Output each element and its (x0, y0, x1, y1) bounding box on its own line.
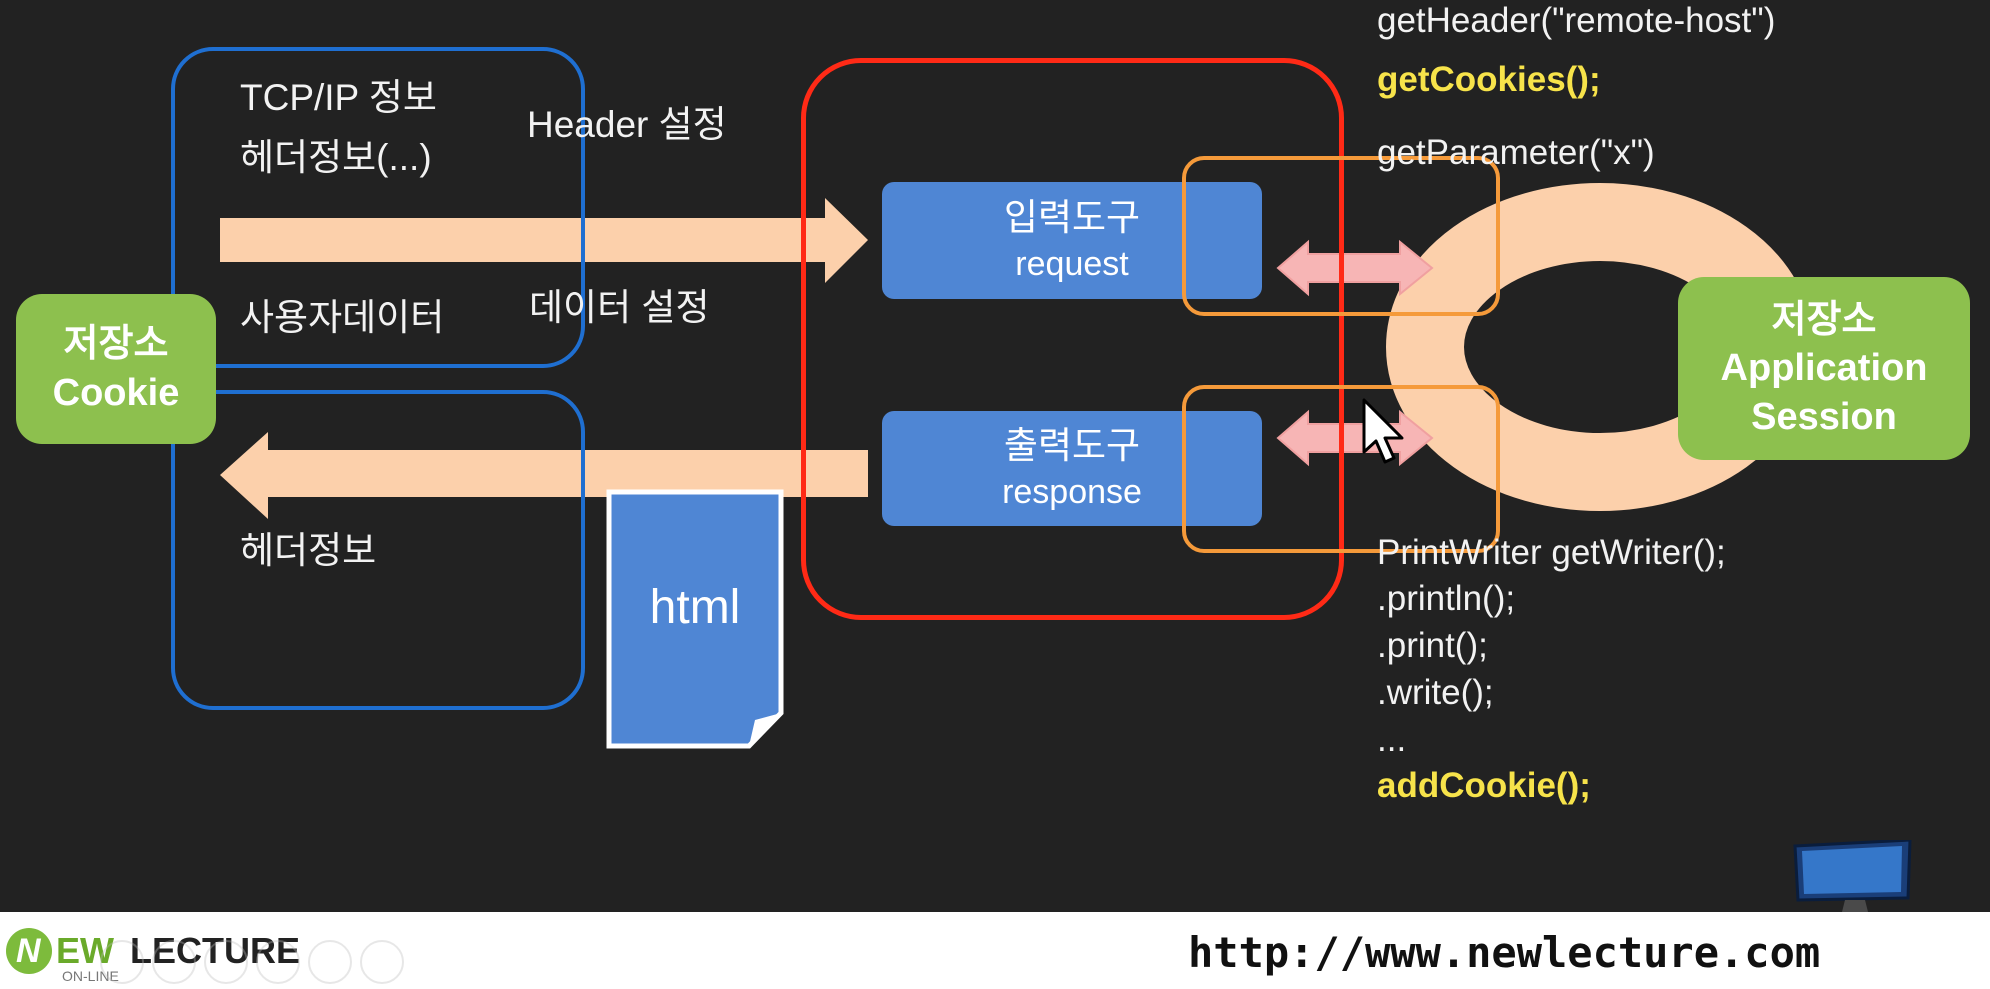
header-setting-label: Header 설정 (527, 104, 727, 145)
response-orange-frame (1182, 385, 1500, 553)
control-button-5[interactable] (308, 940, 352, 984)
lower-header-info-label: 헤더정보 (240, 530, 377, 571)
request-orange-frame (1182, 156, 1500, 316)
data-setting-label: 데이터 설정 (529, 287, 710, 328)
mouse-cursor-icon (1362, 398, 1404, 464)
output-tool-name: response (1002, 473, 1142, 512)
footer-bar: N EW LECTURE ON-LINE http://www.newlectu… (0, 912, 1990, 989)
input-tool-name: request (1015, 245, 1129, 284)
control-button-4[interactable] (256, 940, 300, 984)
print-method: .print(); (1377, 626, 1488, 665)
cookie-storage: 저장소 Cookie (16, 294, 216, 444)
upper-header-info-label: 헤더정보(...) (240, 137, 432, 178)
input-tool-title: 입력도구 (1003, 197, 1141, 239)
ellipsis-text: ... (1377, 720, 1407, 759)
output-tool-title: 출력도구 (1003, 425, 1141, 467)
session-storage-title: 저장소 (1771, 298, 1877, 341)
tcp-info-label: TCP/IP 정보 (240, 77, 437, 118)
logo-n-letter: N (16, 932, 41, 970)
session-storage-line2: Application (1720, 347, 1928, 390)
control-button-3[interactable] (204, 940, 248, 984)
lower-blue-panel (171, 390, 585, 710)
player-controls[interactable] (100, 940, 410, 984)
get-writer-method: PrintWriter getWriter(); (1377, 533, 1726, 572)
get-cookies-method: getCookies(); (1377, 60, 1601, 99)
session-storage: 저장소 Application Session (1678, 277, 1970, 460)
control-more-button[interactable] (360, 940, 404, 984)
println-method: .println(); (1377, 579, 1516, 618)
get-parameter-method: getParameter("x") (1377, 133, 1655, 172)
cookie-storage-subtitle: Cookie (52, 372, 180, 414)
control-button-1[interactable] (100, 940, 144, 984)
control-button-2[interactable] (152, 940, 196, 984)
html-document-label: html (649, 581, 741, 634)
user-data-label: 사용자데이터 (240, 297, 445, 338)
add-cookie-method: addCookie(); (1377, 766, 1591, 805)
site-url[interactable]: http://www.newlecture.com (1188, 928, 1820, 977)
session-storage-line3: Session (1751, 395, 1897, 438)
cookie-storage-title: 저장소 (63, 323, 169, 366)
write-method: .write(); (1377, 673, 1494, 712)
html-document: html (605, 488, 785, 750)
get-header-method: getHeader("remote-host") (1377, 1, 1776, 40)
